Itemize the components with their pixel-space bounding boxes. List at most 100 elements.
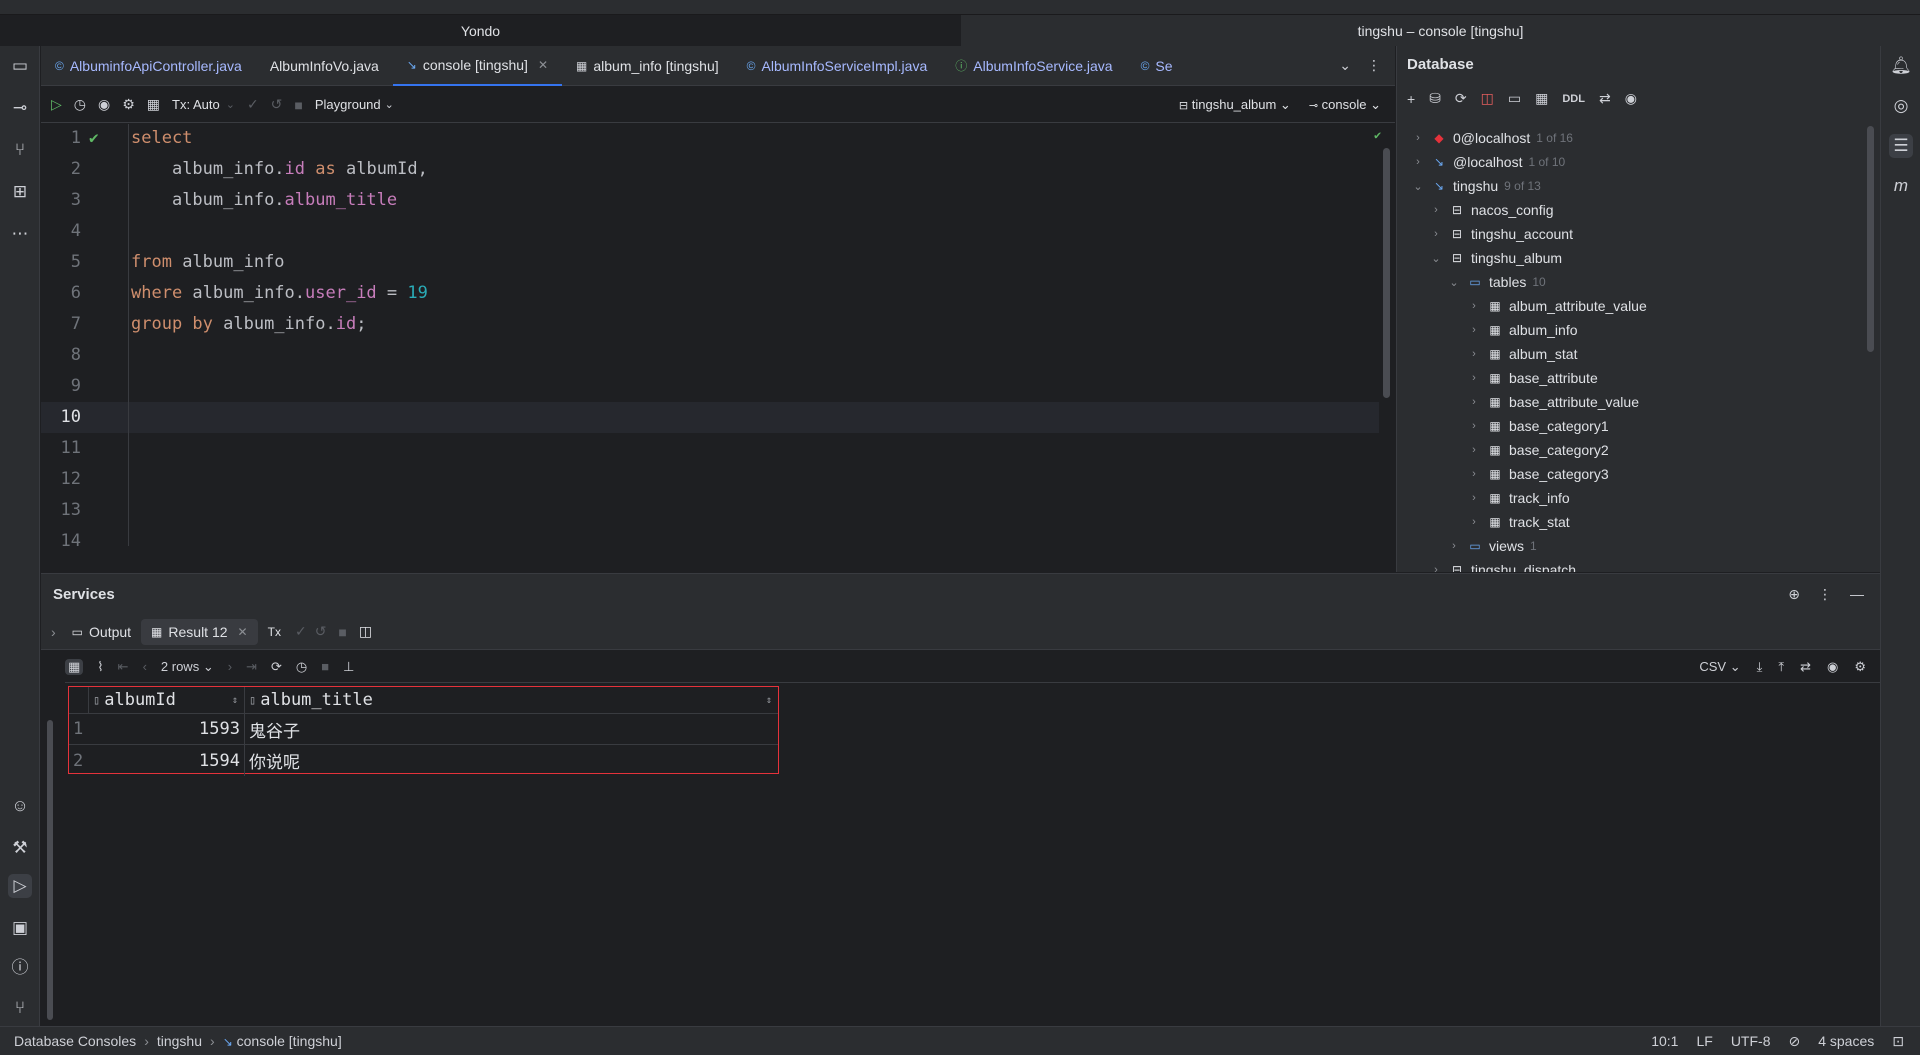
tab-console-tingshu[interactable]: ↘ console [tingshu] ✕ (392, 46, 562, 86)
add-icon[interactable]: + (1407, 91, 1415, 107)
tree-item-tingshu-dispatch[interactable]: › ⊟ tingshu_dispatch (1429, 558, 1576, 572)
execute-icon[interactable]: ▷ (51, 96, 62, 113)
chart-view-icon[interactable]: ⌇ (97, 659, 103, 675)
cell-album-title[interactable]: 鬼谷子 (245, 714, 778, 745)
upload-icon[interactable]: ⤒ (1778, 659, 1784, 675)
ddl-button[interactable]: DDL (1562, 93, 1585, 105)
jump-console-icon[interactable]: ▭ (1508, 90, 1521, 107)
commit-icon[interactable]: ⊸ (8, 96, 32, 120)
view-options-icon[interactable]: ◉ (1827, 659, 1838, 675)
structure-icon[interactable]: ⊞ (8, 180, 32, 204)
tab-albuminfo-api-controller[interactable]: © AlbuminfoApiController.java (41, 46, 256, 86)
line-ending[interactable]: LF (1696, 1033, 1712, 1050)
tab-albuminfo-vo[interactable]: AlbumInfoVo.java (256, 46, 393, 86)
table-view-icon[interactable]: ▦ (65, 658, 84, 675)
tab-album-info-table[interactable]: ▦ album_info [tingshu] (562, 46, 733, 86)
editor-scrollbar[interactable] (1383, 148, 1390, 398)
more-tools-icon[interactable]: ⋯ (8, 222, 32, 246)
refresh-icon[interactable]: ⟳ (271, 659, 282, 675)
plugins-icon[interactable]: ☺ (8, 794, 32, 818)
tree-item-track-stat[interactable]: › ▦ track_stat (1467, 510, 1570, 534)
caret-position[interactable]: 10:1 (1651, 1033, 1678, 1050)
tree-item-track-info[interactable]: › ▦ track_info (1467, 486, 1570, 510)
indent-setting[interactable]: 4 spaces (1818, 1033, 1874, 1050)
tree-item-0-localhost[interactable]: › ◆ 0@localhost 1 of 16 (1411, 126, 1573, 150)
tx-mode-select[interactable]: Tx: Auto (172, 97, 220, 112)
layout-icon[interactable]: ◫ (355, 614, 376, 650)
settings-icon[interactable]: ⚙ (1854, 659, 1866, 675)
cell-albumid[interactable]: 1593 (89, 714, 245, 745)
sort-icon[interactable]: ⇕ (766, 695, 772, 706)
pin-icon[interactable]: ⊥ (343, 659, 354, 675)
tree-item-views[interactable]: › ▭ views 1 (1447, 534, 1537, 558)
build-icon[interactable]: ⚒ (8, 836, 32, 860)
settings-icon[interactable]: ⚙ (122, 96, 135, 113)
playground-select[interactable]: Playground (315, 97, 381, 112)
explain-plan-icon[interactable]: ◉ (98, 96, 110, 113)
tree-item-base-category2[interactable]: › ▦ base_category2 (1467, 438, 1608, 462)
tree-item-base-category3[interactable]: › ▦ base_category3 (1467, 462, 1608, 486)
disconnect-icon[interactable]: ◫ (1481, 90, 1494, 107)
column-header-album-title[interactable]: ▯ album_title ⇕ (245, 687, 778, 714)
schema-select[interactable]: ⊟ tingshu_album ⌄ (1179, 97, 1291, 113)
export-format-select[interactable]: CSV ⌄ (1699, 659, 1740, 675)
close-icon[interactable]: ✕ (538, 58, 548, 72)
breadcrumb-tingshu[interactable]: tingshu (157, 1033, 202, 1049)
breadcrumb-database-consoles[interactable]: Database Consoles (14, 1033, 136, 1049)
no-highlight-icon[interactable]: ⊘ (1788, 1033, 1800, 1050)
tx-button[interactable]: Tx (258, 614, 291, 650)
view-options-icon[interactable]: ◉ (1625, 90, 1637, 107)
lock-icon[interactable]: ⊡ (1892, 1033, 1904, 1050)
table-icon[interactable]: ▦ (1535, 90, 1548, 107)
tab-output[interactable]: ▭ Output (62, 614, 141, 650)
history-icon[interactable]: ◷ (296, 659, 307, 675)
table-view-icon[interactable]: ▦ (147, 96, 160, 113)
tree-item-album-stat[interactable]: › ▦ album_stat (1467, 342, 1577, 366)
ai-assistant-icon[interactable]: ◎ (1889, 94, 1913, 118)
tree-item-base-attribute-value[interactable]: › ▦ base_attribute_value (1467, 390, 1639, 414)
database-icon[interactable]: ☰ (1889, 134, 1913, 158)
sql-editor[interactable]: 1 2 3 4 5 6 7 8 9 10 11 12 13 14 ✔ selec… (41, 124, 1395, 546)
download-icon[interactable]: ⤓ (1757, 659, 1763, 675)
data-source-icon[interactable]: ⛁ (1429, 90, 1441, 107)
tree-item-base-attribute[interactable]: › ▦ base_attribute (1467, 366, 1598, 390)
pull-requests-icon[interactable]: ⑂ (8, 138, 32, 162)
cell-albumid[interactable]: 1594 (89, 745, 245, 776)
git-icon[interactable]: ⑂ (8, 996, 32, 1020)
file-encoding[interactable]: UTF-8 (1731, 1033, 1771, 1050)
compare-icon[interactable]: ⇄ (1800, 659, 1811, 675)
services-icon[interactable]: ▷ (8, 874, 32, 898)
tab-se[interactable]: © Se (1127, 46, 1187, 86)
tree-item-nacos-config[interactable]: › ⊟ nacos_config (1429, 198, 1553, 222)
tree-item-tingshu[interactable]: ⌄ ↘ tingshu 9 of 13 (1411, 174, 1540, 198)
tree-item-album-info[interactable]: › ▦ album_info (1467, 318, 1577, 342)
close-icon[interactable]: ✕ (238, 625, 248, 639)
tree-item-tables[interactable]: ⌄ ▭ tables 10 (1447, 270, 1545, 294)
compare-icon[interactable]: ⇄ (1599, 90, 1611, 107)
more-options-icon[interactable]: ⋮ (1367, 57, 1381, 74)
target-icon[interactable]: ⊕ (1788, 586, 1800, 603)
column-header-albumid[interactable]: ▯ albumId ⇕ (89, 687, 245, 714)
minimize-icon[interactable]: — (1850, 586, 1864, 603)
tree-item-tingshu-album[interactable]: ⌄ ⊟ tingshu_album (1429, 246, 1562, 270)
tree-item-album-attribute-value[interactable]: › ▦ album_attribute_value (1467, 294, 1647, 318)
tab-result-12[interactable]: ▦ Result 12 ✕ (141, 618, 258, 645)
session-select[interactable]: ⊸ console ⌄ (1309, 97, 1381, 113)
services-scrollbar[interactable] (47, 720, 53, 1020)
database-scrollbar[interactable] (1867, 126, 1874, 352)
breadcrumb-console[interactable]: ↘ console [tingshu] (223, 1033, 342, 1049)
chevron-right-icon[interactable]: › (45, 614, 62, 650)
maven-icon[interactable]: m (1889, 174, 1913, 198)
chevron-down-icon[interactable]: ⌄ (1339, 57, 1351, 74)
tree-item-localhost[interactable]: › ↘ @localhost 1 of 10 (1411, 150, 1565, 174)
project-icon[interactable]: ▭ (8, 54, 32, 78)
notifications-icon[interactable]: 🔔︎ (1889, 54, 1913, 78)
history-icon[interactable]: ◷ (74, 96, 86, 113)
problems-icon[interactable]: ⓘ (8, 956, 32, 980)
refresh-icon[interactable]: ⟳ (1455, 90, 1467, 107)
rows-count-select[interactable]: 2 rows ⌄ (161, 659, 214, 675)
cell-album-title[interactable]: 你说呢 (245, 745, 778, 776)
more-options-icon[interactable]: ⋮ (1818, 586, 1832, 603)
sort-icon[interactable]: ⇕ (232, 695, 238, 706)
tree-item-base-category1[interactable]: › ▦ base_category1 (1467, 414, 1608, 438)
